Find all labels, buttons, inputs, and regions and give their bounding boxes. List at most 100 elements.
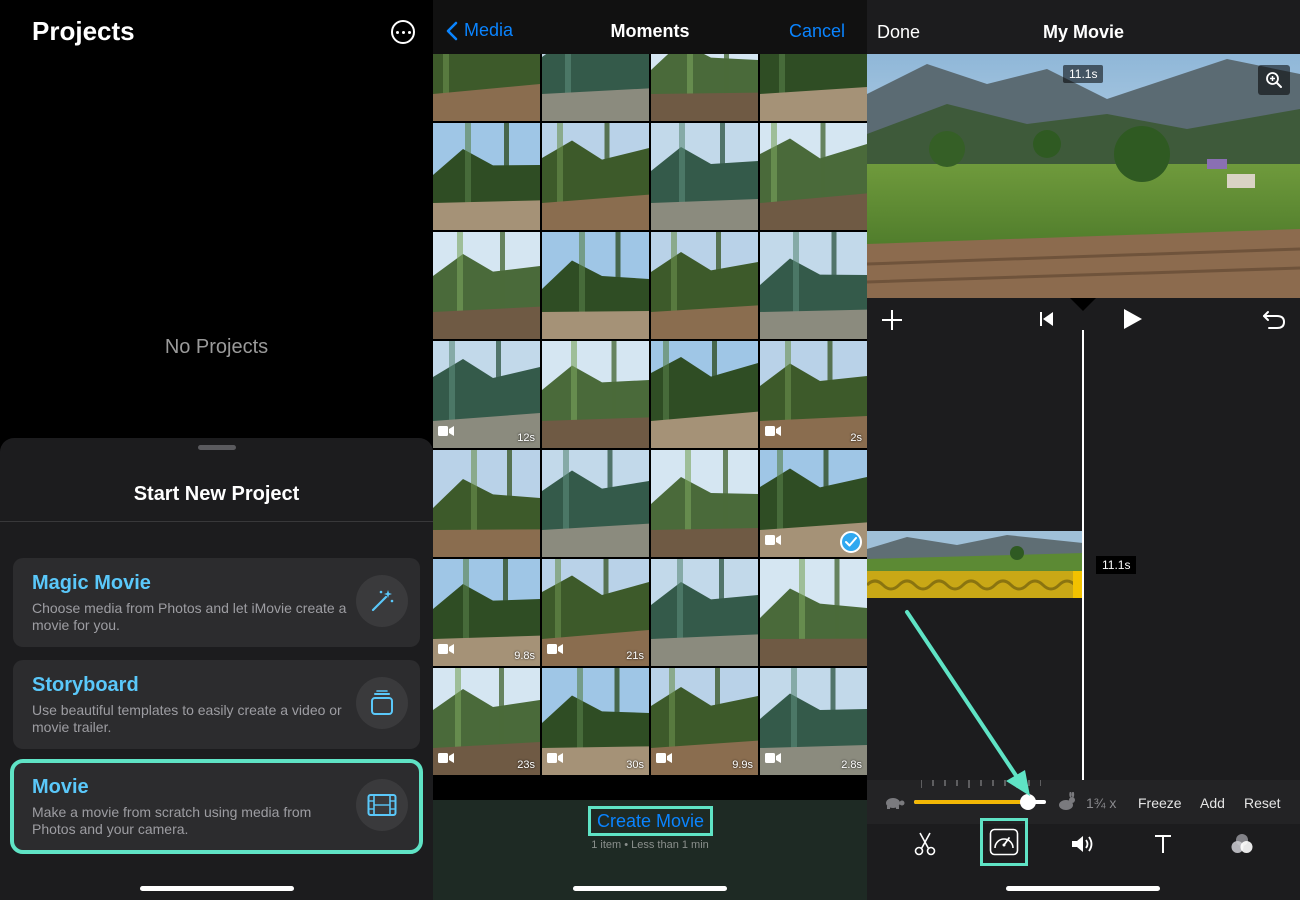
media-thumbnail[interactable] bbox=[651, 450, 758, 557]
video-duration: 23s bbox=[517, 759, 535, 771]
sheet-title: Start New Project bbox=[133, 483, 300, 505]
media-thumbnail[interactable] bbox=[651, 341, 758, 448]
scissors-icon[interactable] bbox=[901, 824, 949, 864]
video-camera-icon bbox=[765, 750, 781, 768]
add-media-icon[interactable] bbox=[881, 309, 903, 331]
media-thumbnail[interactable] bbox=[651, 559, 758, 666]
playhead-marker-icon bbox=[1070, 298, 1096, 311]
speed-ticks bbox=[921, 780, 1041, 788]
picker-bottom-bar: Create Movie 1 item • Less than 1 min bbox=[433, 800, 867, 900]
media-thumbnail[interactable]: 9.8s bbox=[433, 559, 540, 666]
video-camera-icon bbox=[438, 750, 454, 768]
selection-summary: 1 item • Less than 1 min bbox=[591, 839, 709, 851]
selected-checkmark-icon bbox=[840, 531, 862, 553]
volume-icon[interactable] bbox=[1059, 824, 1107, 864]
media-thumbnail[interactable] bbox=[760, 450, 867, 557]
media-thumbnail[interactable] bbox=[651, 123, 758, 230]
video-duration: 9.9s bbox=[732, 759, 753, 771]
preview-frame bbox=[867, 54, 1300, 298]
option-title: Storyboard bbox=[32, 674, 139, 696]
speed-slider-fill bbox=[914, 800, 1028, 804]
video-duration: 2s bbox=[850, 432, 862, 444]
timeline-clip[interactable] bbox=[867, 531, 1083, 598]
media-grid: 12s 2s 9.8s 21s 23s 30s 9.9s 2.8s bbox=[433, 54, 867, 800]
media-thumbnail[interactable]: 30s bbox=[542, 668, 649, 775]
undo-icon[interactable] bbox=[1262, 308, 1286, 330]
media-thumbnail[interactable]: 21s bbox=[542, 559, 649, 666]
cancel-button[interactable]: Cancel bbox=[789, 21, 845, 42]
media-thumbnail[interactable] bbox=[542, 123, 649, 230]
video-camera-icon bbox=[438, 641, 454, 659]
option-description: Use beautiful templates to easily create… bbox=[32, 702, 342, 735]
video-duration: 12s bbox=[517, 432, 535, 444]
rabbit-icon bbox=[1059, 792, 1075, 810]
movie-option[interactable]: Movie Make a movie from scratch using me… bbox=[10, 759, 423, 854]
speed-value: 1¾ x bbox=[1086, 795, 1117, 811]
editor-nav-bar: Done My Movie bbox=[867, 0, 1300, 54]
video-duration: 21s bbox=[626, 650, 644, 662]
media-thumbnail[interactable] bbox=[542, 341, 649, 448]
freeze-button[interactable]: Freeze bbox=[1138, 795, 1182, 811]
speed-slider-handle[interactable] bbox=[1019, 794, 1036, 810]
magic-movie-option[interactable]: Magic Movie Choose media from Photos and… bbox=[13, 558, 420, 647]
media-thumbnail[interactable] bbox=[542, 232, 649, 339]
media-thumbnail[interactable]: 23s bbox=[433, 668, 540, 775]
media-thumbnail[interactable]: 9.9s bbox=[651, 668, 758, 775]
media-thumbnail[interactable]: 2.8s bbox=[760, 668, 867, 775]
create-movie-button[interactable]: Create Movie bbox=[588, 806, 713, 836]
add-button[interactable]: Add bbox=[1200, 795, 1225, 811]
video-preview[interactable]: 11.1s bbox=[867, 54, 1300, 298]
speed-bar: 1¾ x Freeze Add Reset bbox=[867, 780, 1300, 824]
media-thumbnail[interactable] bbox=[760, 232, 867, 339]
more-options-icon[interactable] bbox=[391, 20, 415, 44]
new-project-sheet: Start New Project Magic Movie Choose med… bbox=[0, 438, 433, 900]
media-thumbnail[interactable]: 12s bbox=[433, 341, 540, 448]
home-indicator[interactable] bbox=[573, 886, 727, 891]
reset-button[interactable]: Reset bbox=[1244, 795, 1281, 811]
video-camera-icon bbox=[765, 423, 781, 441]
clip-thumbnail bbox=[867, 531, 1083, 571]
video-camera-icon bbox=[438, 423, 454, 441]
home-indicator[interactable] bbox=[140, 886, 294, 891]
video-camera-icon bbox=[656, 750, 672, 768]
media-thumbnail[interactable] bbox=[760, 123, 867, 230]
media-thumbnail[interactable] bbox=[433, 232, 540, 339]
turtle-icon bbox=[886, 798, 905, 809]
option-description: Make a movie from scratch using media fr… bbox=[32, 804, 312, 837]
media-thumbnail[interactable] bbox=[542, 54, 649, 121]
option-title: Movie bbox=[32, 776, 89, 798]
preview-duration-badge: 11.1s bbox=[1063, 65, 1104, 83]
video-duration: 30s bbox=[626, 759, 644, 771]
empty-state-text: No Projects bbox=[164, 336, 269, 358]
media-thumbnail[interactable] bbox=[760, 54, 867, 121]
editor-panel: Done My Movie 11.1s 11.1s 1¾ x Freeze Ad… bbox=[867, 0, 1300, 900]
option-description: Choose media from Photos and let iMovie … bbox=[32, 600, 347, 633]
filters-icon[interactable] bbox=[1218, 824, 1266, 864]
sheet-grabber[interactable] bbox=[198, 445, 236, 450]
media-thumbnail[interactable] bbox=[433, 123, 540, 230]
picker-nav-bar: Media Moments Cancel bbox=[433, 0, 867, 54]
media-thumbnail[interactable] bbox=[651, 54, 758, 121]
projects-panel: Projects No Projects Start New Project M… bbox=[0, 0, 433, 900]
video-camera-icon bbox=[547, 750, 563, 768]
skip-to-start-icon[interactable] bbox=[1038, 311, 1054, 327]
media-thumbnail[interactable] bbox=[542, 450, 649, 557]
option-title: Magic Movie bbox=[32, 572, 151, 594]
video-duration: 9.8s bbox=[514, 650, 535, 662]
video-camera-icon bbox=[765, 532, 781, 550]
media-thumbnail[interactable]: 2s bbox=[760, 341, 867, 448]
storyboard-icon bbox=[356, 677, 408, 729]
media-thumbnail[interactable] bbox=[760, 559, 867, 666]
media-thumbnail[interactable] bbox=[433, 54, 540, 121]
storyboard-option[interactable]: Storyboard Use beautiful templates to ea… bbox=[13, 660, 420, 749]
play-icon[interactable] bbox=[1123, 308, 1143, 330]
zoom-icon[interactable] bbox=[1258, 65, 1290, 95]
media-thumbnail[interactable] bbox=[651, 232, 758, 339]
media-thumbnail[interactable] bbox=[433, 450, 540, 557]
title-text-icon[interactable] bbox=[1139, 824, 1187, 864]
media-picker-panel: Media Moments Cancel 12s 2s 9.8s 21s 23s 30s 9… bbox=[433, 0, 867, 900]
video-camera-icon bbox=[547, 641, 563, 659]
playhead[interactable] bbox=[1082, 330, 1084, 780]
home-indicator[interactable] bbox=[1006, 886, 1160, 891]
speed-icon[interactable] bbox=[980, 818, 1028, 866]
